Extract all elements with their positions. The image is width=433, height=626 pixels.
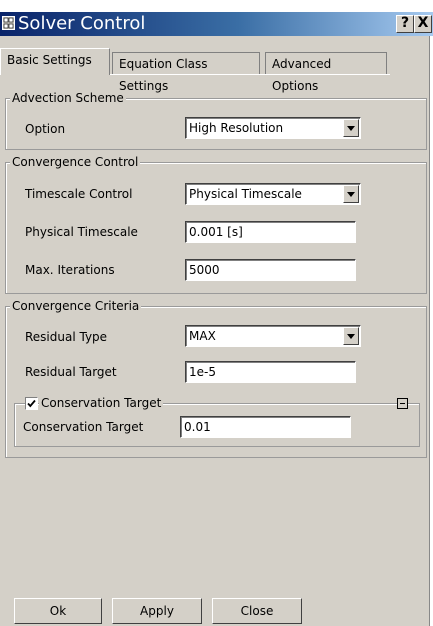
advection-scheme-group: Advection Scheme Option High Resolution (5, 91, 427, 150)
tab-strip: Basic Settings Equation Class Settings A… (0, 48, 429, 93)
apply-button[interactable]: Apply (112, 598, 202, 624)
physical-timescale-input[interactable]: 0.001 [s] (185, 221, 356, 243)
chevron-down-icon[interactable] (343, 327, 359, 345)
advection-scheme-title: Advection Scheme (10, 91, 126, 105)
option-label: Option (25, 122, 66, 136)
option-dropdown[interactable]: High Resolution (185, 117, 361, 139)
title-bar: Solver Control ? X (0, 12, 433, 36)
residual-target-input[interactable]: 1e-5 (185, 361, 356, 383)
timescale-control-dropdown[interactable]: Physical Timescale (185, 183, 361, 205)
convergence-control-title: Convergence Control (10, 155, 141, 169)
residual-type-dropdown[interactable]: MAX (185, 325, 361, 347)
conservation-target-checkbox[interactable] (25, 397, 38, 410)
help-button[interactable]: ? (396, 15, 414, 33)
residual-target-label: Residual Target (25, 365, 117, 379)
chevron-down-icon[interactable] (343, 119, 359, 137)
convergence-criteria-group: Convergence Criteria Residual Type MAX R… (5, 299, 427, 458)
max-iterations-label: Max. Iterations (25, 263, 115, 277)
collapse-icon[interactable] (397, 398, 408, 409)
conservation-target-label: Conservation Target (23, 420, 144, 434)
timescale-control-value: Physical Timescale (189, 187, 302, 201)
timescale-control-label: Timescale Control (25, 187, 133, 201)
ok-button[interactable]: Ok (14, 598, 102, 624)
window-title: Solver Control (18, 13, 146, 34)
close-button[interactable]: Close (212, 598, 302, 624)
option-value: High Resolution (189, 121, 284, 135)
residual-type-value: MAX (189, 329, 216, 343)
tab-advanced-options[interactable]: Advanced Options (265, 52, 387, 93)
check-icon (27, 399, 36, 408)
conservation-target-input[interactable]: 0.01 (180, 416, 351, 438)
tab-equation-class-settings[interactable]: Equation Class Settings (112, 52, 260, 93)
conservation-target-title: Conservation Target (39, 396, 164, 410)
close-window-button[interactable]: X (414, 15, 432, 33)
residual-type-label: Residual Type (25, 330, 108, 344)
app-icon (2, 16, 15, 30)
conservation-target-group: Conservation Target Conservation Target … (14, 396, 420, 447)
max-iterations-input[interactable]: 5000 (185, 259, 356, 281)
physical-timescale-label: Physical Timescale (25, 225, 138, 239)
convergence-control-group: Convergence Control Timescale Control Ph… (5, 155, 427, 294)
chevron-down-icon[interactable] (343, 185, 359, 203)
dialog-body: Basic Settings Equation Class Settings A… (0, 36, 430, 626)
tab-basic-settings[interactable]: Basic Settings (0, 48, 110, 75)
convergence-criteria-title: Convergence Criteria (10, 299, 142, 313)
